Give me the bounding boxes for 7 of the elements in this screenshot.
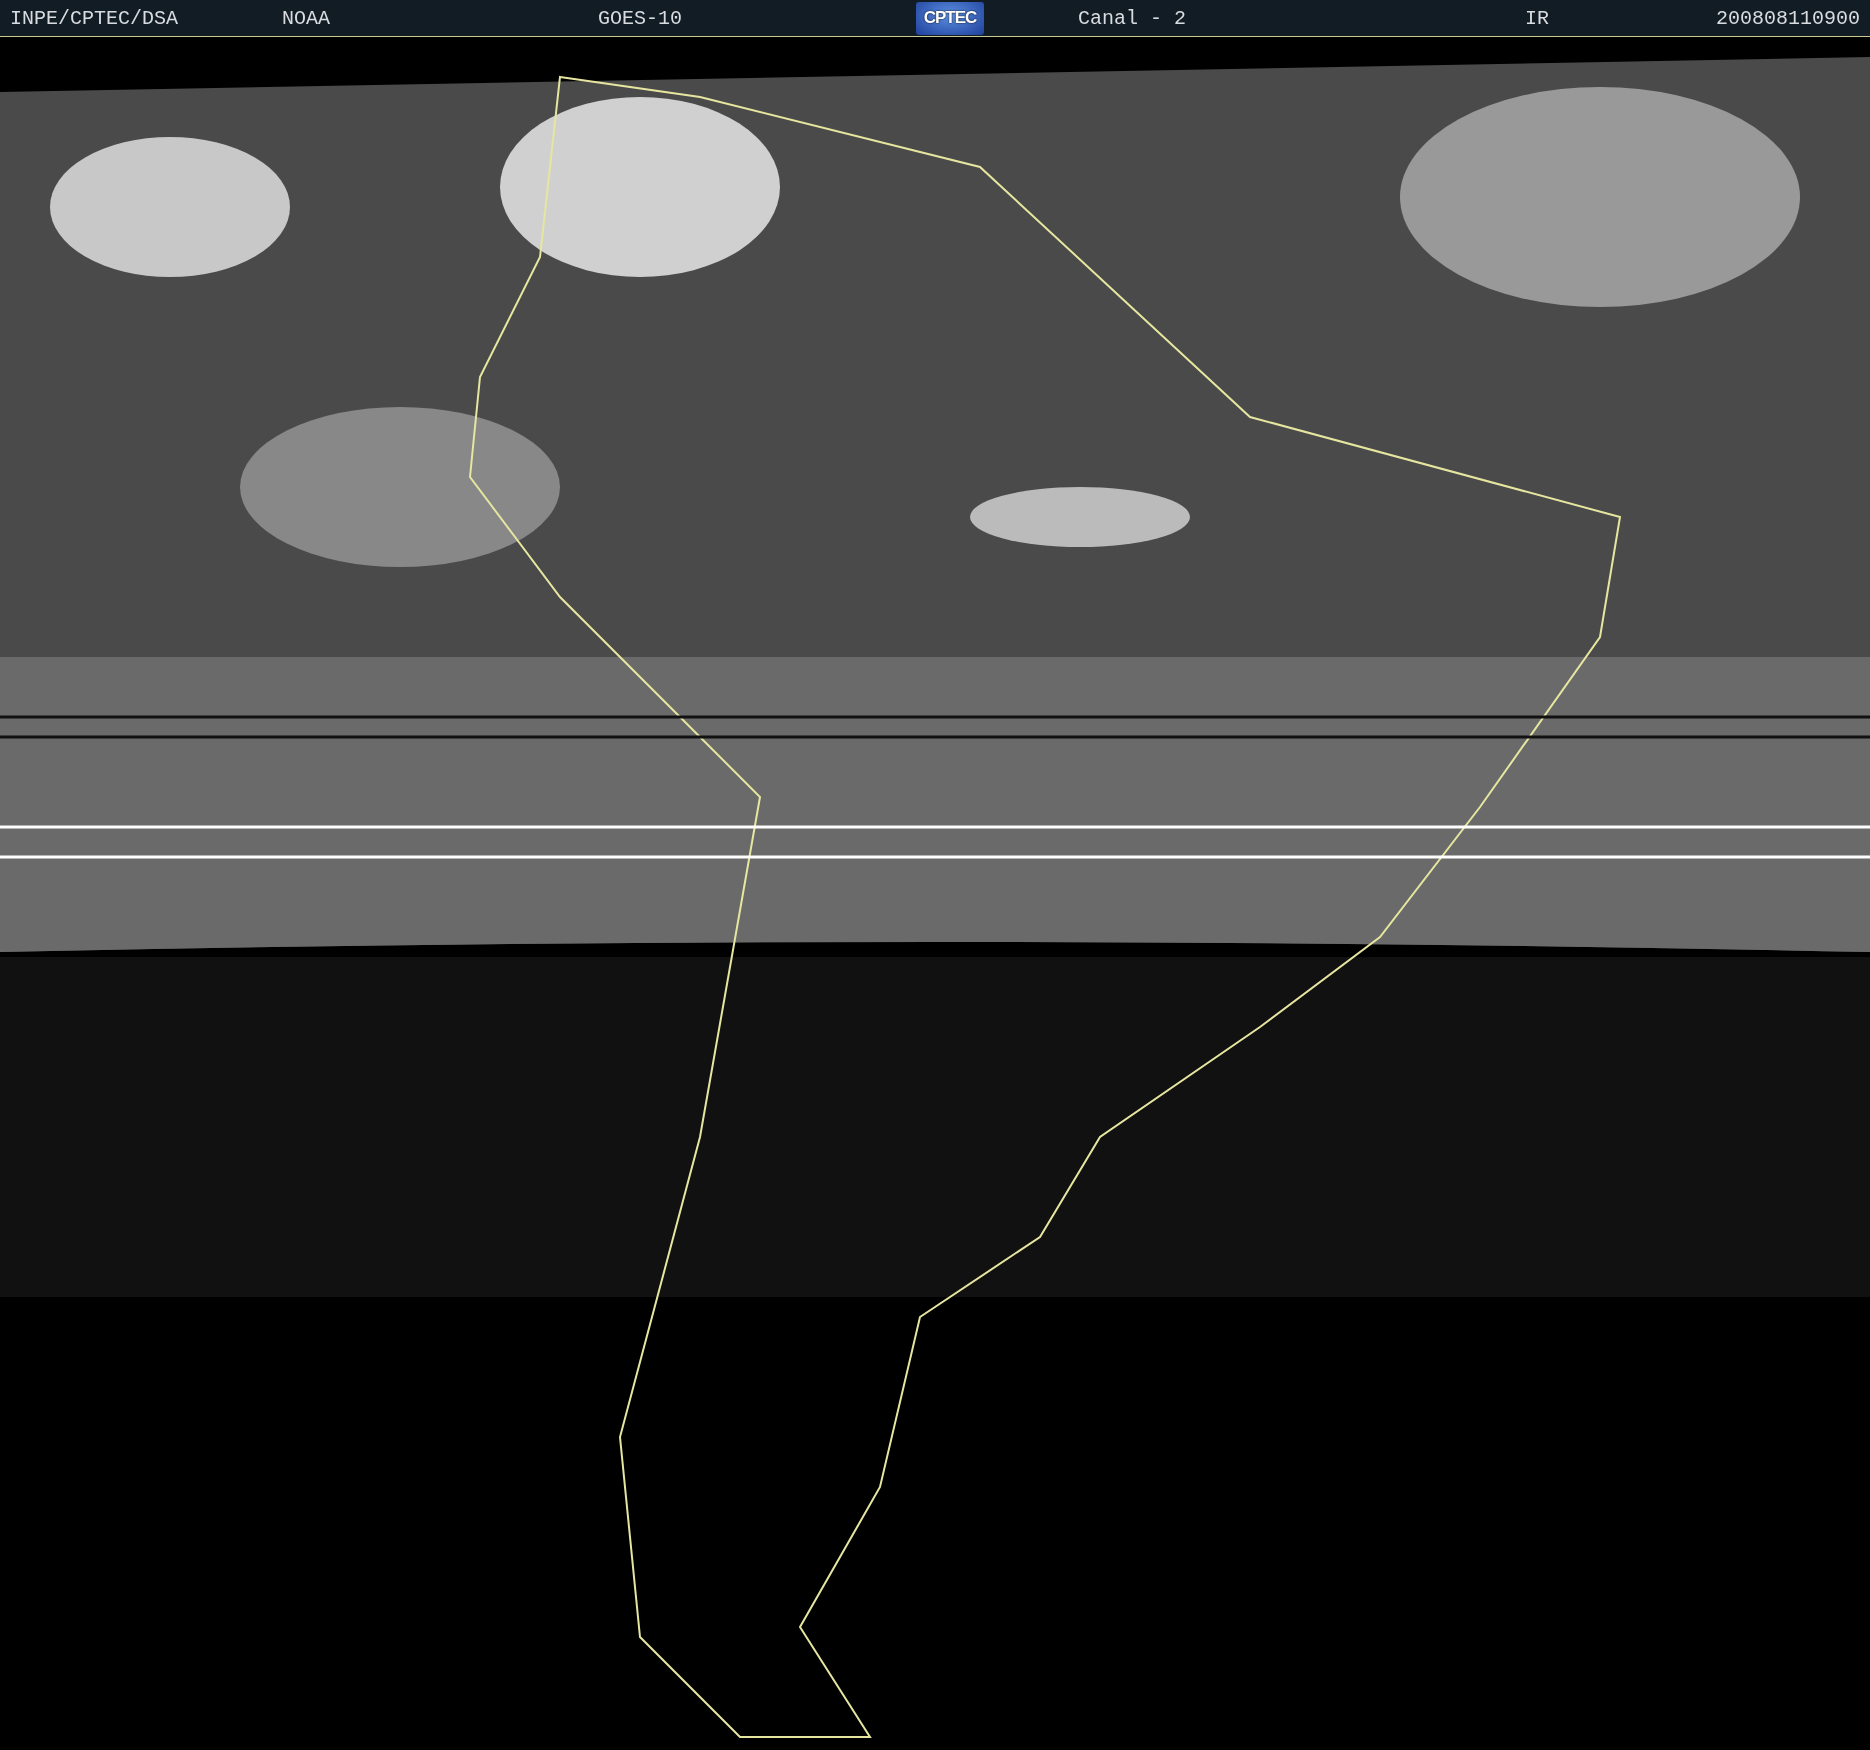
- header-label: IR: [1525, 6, 1550, 30]
- header-label: GOES-10: [598, 6, 683, 30]
- header-label: Canal - 2: [1078, 6, 1188, 30]
- header-label: NOAA: [282, 6, 331, 30]
- header-label: INPE/CPTEC/DSA: [10, 6, 180, 30]
- logo: CPTEC: [916, 1, 984, 35]
- header-label: 200808110900: [1715, 6, 1860, 30]
